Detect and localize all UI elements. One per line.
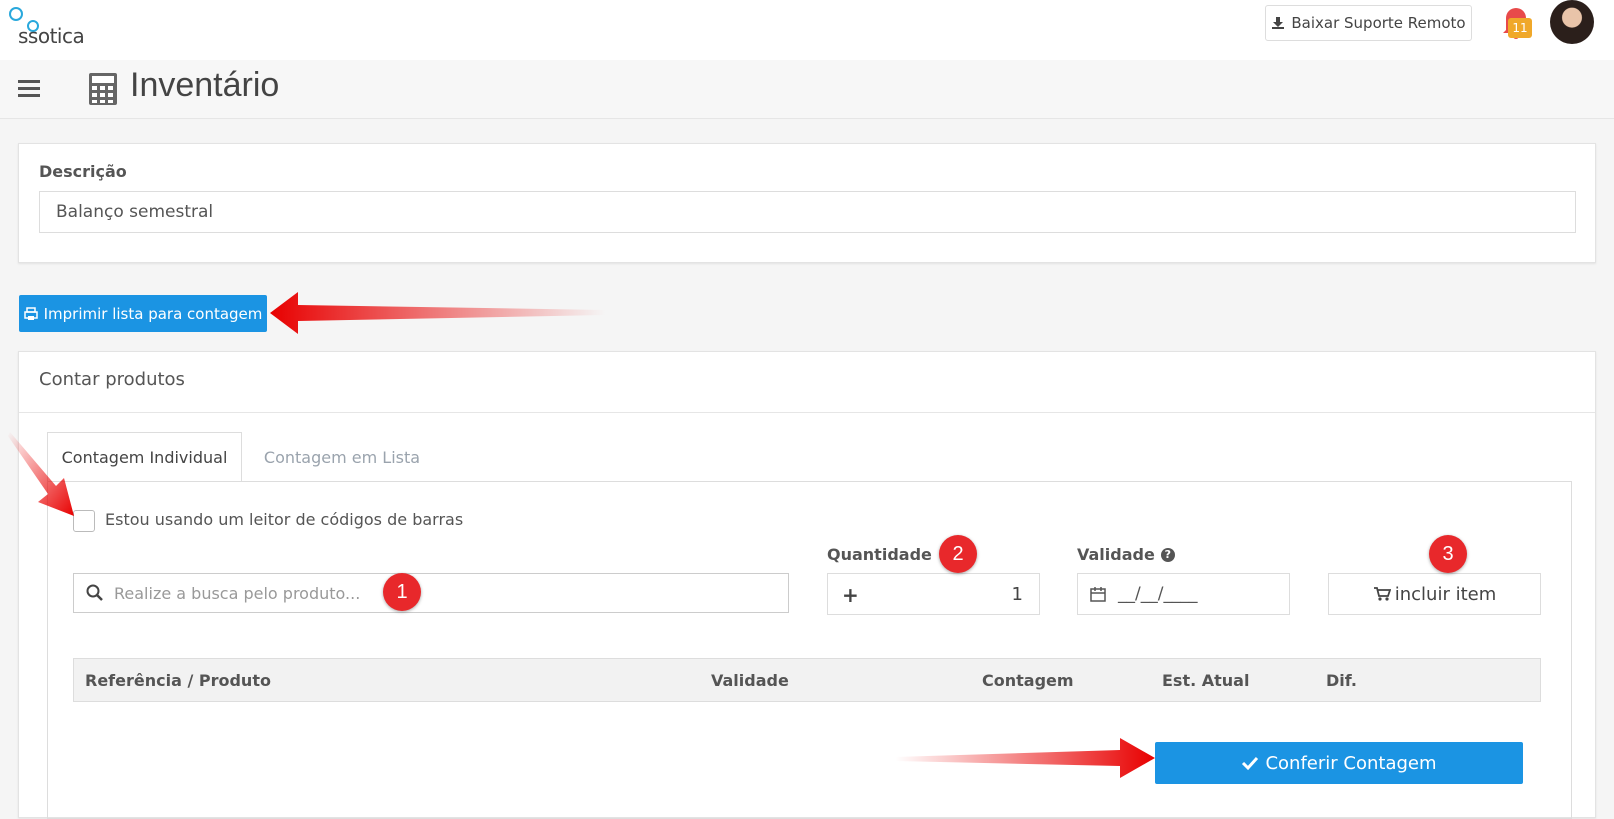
annotation-badge-1: 1 — [383, 573, 421, 611]
quantity-stepper[interactable]: + 1 — [827, 573, 1040, 615]
quantity-label: Quantidade — [827, 545, 932, 564]
download-icon — [1272, 17, 1285, 29]
annotation-arrow-conferir — [895, 738, 1155, 778]
col-difference: Dif. — [1326, 671, 1357, 690]
count-products-card: Contar produtos Contagem Individual Cont… — [18, 351, 1596, 819]
annotation-badge-2: 2 — [939, 535, 977, 573]
print-count-list-label: Imprimir lista para contagem — [43, 304, 263, 323]
add-item-button[interactable]: incluir item — [1328, 573, 1541, 615]
user-avatar[interactable] — [1550, 0, 1594, 44]
ssotica-logo[interactable]: ssotica — [8, 6, 98, 48]
check-count-button[interactable]: Conferir Contagem — [1155, 742, 1523, 784]
download-remote-support-button[interactable]: Baixar Suporte Remoto — [1265, 5, 1472, 41]
hamburger-menu-icon[interactable] — [18, 80, 40, 98]
col-count: Contagem — [982, 671, 1074, 690]
product-search-placeholder: Realize a busca pelo produto... — [114, 583, 361, 603]
col-reference-product: Referência / Produto — [85, 671, 271, 690]
col-validity: Validade — [711, 671, 789, 690]
validity-date-value: __/__/____ — [1118, 584, 1198, 604]
logo-text: ssotica — [18, 24, 85, 48]
print-count-list-button[interactable]: Imprimir lista para contagem — [19, 295, 267, 332]
question-circle-icon[interactable]: ? — [1160, 547, 1175, 562]
page-header: Inventário — [0, 60, 1614, 119]
annotation-arrow-barcode — [8, 432, 74, 516]
barcode-reader-label: Estou usando um leitor de códigos de bar… — [105, 510, 464, 529]
validity-date-input[interactable]: __/__/____ — [1077, 573, 1290, 615]
add-item-label: incluir item — [1394, 583, 1497, 605]
calendar-icon — [1090, 587, 1106, 602]
plus-icon[interactable]: + — [842, 583, 859, 607]
search-icon — [86, 584, 103, 601]
annotation-arrow-print — [270, 292, 605, 334]
notification-count-badge: 11 — [1508, 18, 1532, 38]
description-label: Descrição — [39, 162, 127, 181]
count-products-header: Contar produtos — [19, 352, 1595, 413]
cart-plus-icon — [1373, 587, 1391, 601]
count-table-header: Referência / Produto Validade Contagem E… — [73, 658, 1541, 702]
check-icon — [1242, 756, 1259, 771]
check-count-label: Conferir Contagem — [1265, 752, 1437, 774]
description-value: Balanço semestral — [56, 202, 214, 222]
validity-label: Validade — [1077, 545, 1155, 564]
calculator-icon — [89, 73, 117, 105]
download-remote-support-label: Baixar Suporte Remoto — [1291, 14, 1466, 32]
count-products-title: Contar produtos — [39, 369, 185, 390]
printer-icon — [23, 306, 38, 320]
validity-label-group: Validade ? — [1077, 545, 1175, 564]
quantity-value: 1 — [1011, 584, 1023, 605]
description-card: Descrição Balanço semestral — [18, 143, 1596, 263]
page-title: Inventário — [130, 66, 280, 104]
top-bar: ssotica Baixar Suporte Remoto 11 — [0, 0, 1614, 60]
product-search-input[interactable]: Realize a busca pelo produto... — [73, 573, 789, 613]
description-input[interactable]: Balanço semestral — [39, 191, 1576, 233]
col-current-stock: Est. Atual — [1162, 671, 1250, 690]
annotation-badge-3: 3 — [1429, 535, 1467, 573]
tab-list-count[interactable]: Contagem em Lista — [252, 432, 432, 482]
